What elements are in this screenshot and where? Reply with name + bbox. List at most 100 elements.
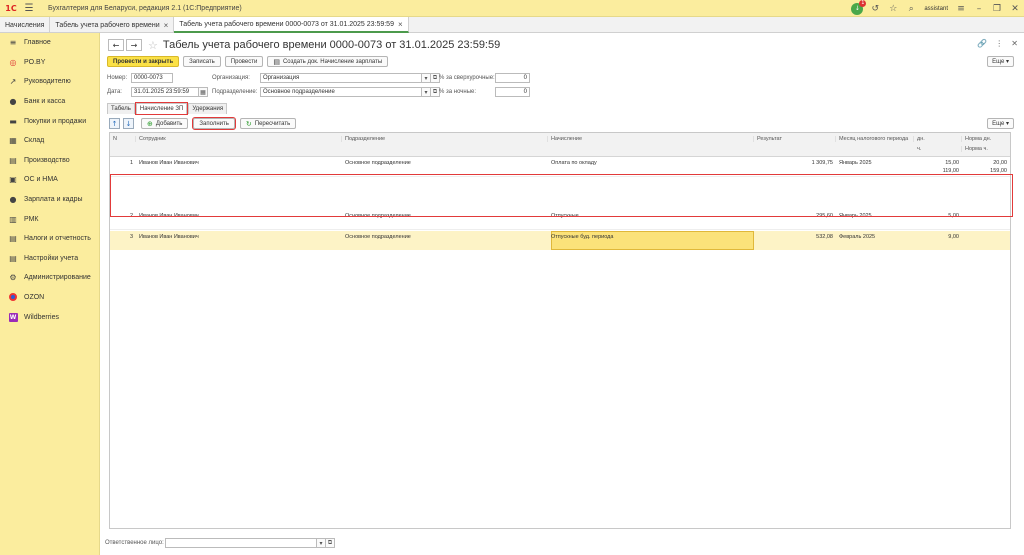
minimize-icon[interactable]: –	[970, 0, 988, 17]
sidebar-item-salary[interactable]: ● Зарплата и кадры	[0, 190, 99, 210]
department-label: Подразделение:	[212, 89, 258, 95]
sidebar-item-poby[interactable]: ◎ PO.BY	[0, 53, 99, 73]
column-accrual[interactable]: Начисление	[548, 136, 754, 142]
tab-timesheet[interactable]: Табель	[107, 103, 135, 114]
department-field[interactable]: Основное подразделение	[260, 87, 422, 97]
sidebar-item-assets[interactable]: ▣ ОС и НМА	[0, 170, 99, 190]
column-norm-days[interactable]: Норма дн.	[962, 136, 1010, 142]
save-button[interactable]: Записать	[183, 56, 221, 67]
sidebar-item-bank[interactable]: ● Банк и касса	[0, 92, 99, 112]
cell-department[interactable]: Основное подразделение	[342, 234, 548, 240]
sidebar-item-label: Склад	[24, 137, 45, 145]
cell-result[interactable]: 532,08	[754, 234, 836, 240]
sidebar-item-director[interactable]: ↗ Руководителю	[0, 72, 99, 92]
dropdown-icon[interactable]: ▾	[422, 73, 431, 83]
cell-n: 3	[129, 234, 133, 240]
gear-icon: ⚙	[9, 273, 17, 283]
sidebar-item-warehouse[interactable]: ▦ Склад	[0, 131, 99, 151]
sidebar-item-pos[interactable]: ▥ РМК	[0, 209, 99, 229]
tab-salary-accrual[interactable]: Начисление ЗП	[134, 102, 189, 115]
dropdown-icon[interactable]: ▾	[317, 538, 326, 548]
add-button[interactable]: ⊕ Добавить	[141, 118, 189, 129]
menu-icon[interactable]: ☰	[22, 0, 36, 17]
cell-days[interactable]: 15,00	[914, 160, 962, 166]
organization-label: Организация:	[212, 75, 250, 81]
create-accrual-doc-button[interactable]: ▤ Создать док. Начисление зарплаты	[267, 56, 389, 67]
overtime-field[interactable]: 0	[495, 73, 530, 83]
button-label: Еще	[992, 120, 1005, 127]
window-tab-label: Табель учета рабочего времени 0000-0073 …	[179, 20, 394, 28]
sidebar-item-main[interactable]: ≡ Главное	[0, 33, 99, 53]
settings-icon[interactable]: ≡	[952, 0, 970, 17]
notifications-icon[interactable]: ↓ 1	[848, 0, 867, 17]
back-button[interactable]: ←	[108, 39, 124, 51]
cell-norm-days[interactable]: 20,00	[962, 160, 1010, 166]
close-icon[interactable]: ✕	[1006, 0, 1024, 17]
sidebar-item-taxes[interactable]: ▤ Налоги и отчетность	[0, 229, 99, 249]
number-label: Номер:	[107, 75, 128, 81]
favorite-star-icon[interactable]: ☆	[148, 39, 158, 52]
cell-employee[interactable]: Иванов Иван Иванович	[136, 234, 342, 240]
sidebar-item-admin[interactable]: ⚙ Администрирование	[0, 268, 99, 288]
post-and-close-button[interactable]: Провести и закрыть	[107, 56, 180, 67]
column-department[interactable]: Подразделение	[342, 136, 548, 142]
truck-icon: ▣	[9, 175, 17, 185]
tab-deductions[interactable]: Удержания	[188, 103, 228, 114]
cell-tax-month[interactable]: Январь 2025	[836, 160, 914, 166]
recalculate-button[interactable]: ↻ Пересчитать	[239, 118, 297, 129]
close-tab-icon[interactable]: ×	[164, 21, 169, 30]
date-field[interactable]: 31.01.2025 23:59:59	[131, 87, 199, 97]
wildberries-icon: W	[8, 313, 18, 323]
cell-accrual[interactable]: Оплата по окладу	[548, 160, 754, 166]
number-field[interactable]: 0000-0073	[131, 73, 173, 83]
cell-result[interactable]: 1 309,75	[754, 160, 836, 166]
user-name[interactable]: assistant	[924, 6, 948, 12]
sidebar-item-wildberries[interactable]: W Wildberries	[0, 307, 99, 327]
search-icon[interactable]: ⌕	[902, 0, 920, 17]
column-employee[interactable]: Сотрудник	[136, 136, 342, 142]
window-tabs: Начисления Табель учета рабочего времени…	[0, 17, 1024, 33]
cell-accrual-active[interactable]: Отпускные буд. периода	[548, 234, 754, 240]
history-icon[interactable]: ↺	[866, 0, 884, 17]
window-tab-timesheet-doc[interactable]: Табель учета рабочего времени 0000-0073 …	[174, 17, 409, 33]
calendar-icon[interactable]: ▦	[199, 87, 208, 97]
sidebar-item-accounting-settings[interactable]: ▤ Настройки учета	[0, 249, 99, 269]
table-row-selected[interactable]: 3 Иванов Иван Иванович Основное подразде…	[110, 231, 1010, 250]
sidebar-item-production[interactable]: ▤ Производство	[0, 151, 99, 171]
column-hours[interactable]: ч.	[914, 146, 962, 152]
responsible-field[interactable]	[165, 538, 317, 548]
highlight-rows-frame	[110, 174, 1013, 217]
responsible-label: Ответственное лицо:	[105, 540, 164, 546]
move-up-icon[interactable]: ↑	[109, 118, 120, 129]
window-tab-timesheet-list[interactable]: Табель учета рабочего времени ×	[50, 17, 175, 33]
cell-tax-month[interactable]: Февраль 2025	[836, 234, 914, 240]
column-result[interactable]: Результат	[754, 136, 836, 142]
forward-button[interactable]: →	[126, 39, 142, 51]
column-norm-hours[interactable]: Норма ч.	[962, 146, 1010, 152]
restore-icon[interactable]: ❐	[988, 0, 1006, 17]
cell-employee[interactable]: Иванов Иван Иванович	[136, 160, 342, 166]
cell-days[interactable]: 9,00	[914, 234, 962, 240]
post-button[interactable]: Провести	[224, 56, 264, 67]
sidebar-item-ozon[interactable]: OZON	[0, 288, 99, 308]
sidebar-item-sales[interactable]: ▬ Покупки и продажи	[0, 111, 99, 131]
link-icon[interactable]: 🔗	[977, 39, 987, 48]
close-form-icon[interactable]: ✕	[1011, 39, 1018, 48]
grid-more-button[interactable]: Еще ▾	[987, 118, 1014, 129]
open-icon[interactable]: ⧉	[326, 538, 335, 548]
column-days[interactable]: дн.	[914, 136, 962, 142]
column-n[interactable]: N	[110, 136, 136, 142]
move-down-icon[interactable]: ↓	[123, 118, 134, 129]
more-button[interactable]: Еще ▾	[987, 56, 1014, 67]
fill-button[interactable]: Заполнить	[192, 117, 236, 130]
cell-department[interactable]: Основное подразделение	[342, 160, 548, 166]
organization-field[interactable]: Организация	[260, 73, 422, 83]
dropdown-icon[interactable]: ▾	[422, 87, 431, 97]
more-vert-icon[interactable]: ⋮	[995, 39, 1003, 48]
column-tax-month[interactable]: Месяц налогового периода	[836, 136, 914, 142]
close-tab-icon[interactable]: ×	[398, 20, 403, 29]
favorites-icon[interactable]: ☆	[884, 0, 902, 17]
window-tab-accruals[interactable]: Начисления	[0, 17, 51, 33]
night-field[interactable]: 0	[495, 87, 530, 97]
button-label: Еще	[992, 58, 1005, 65]
